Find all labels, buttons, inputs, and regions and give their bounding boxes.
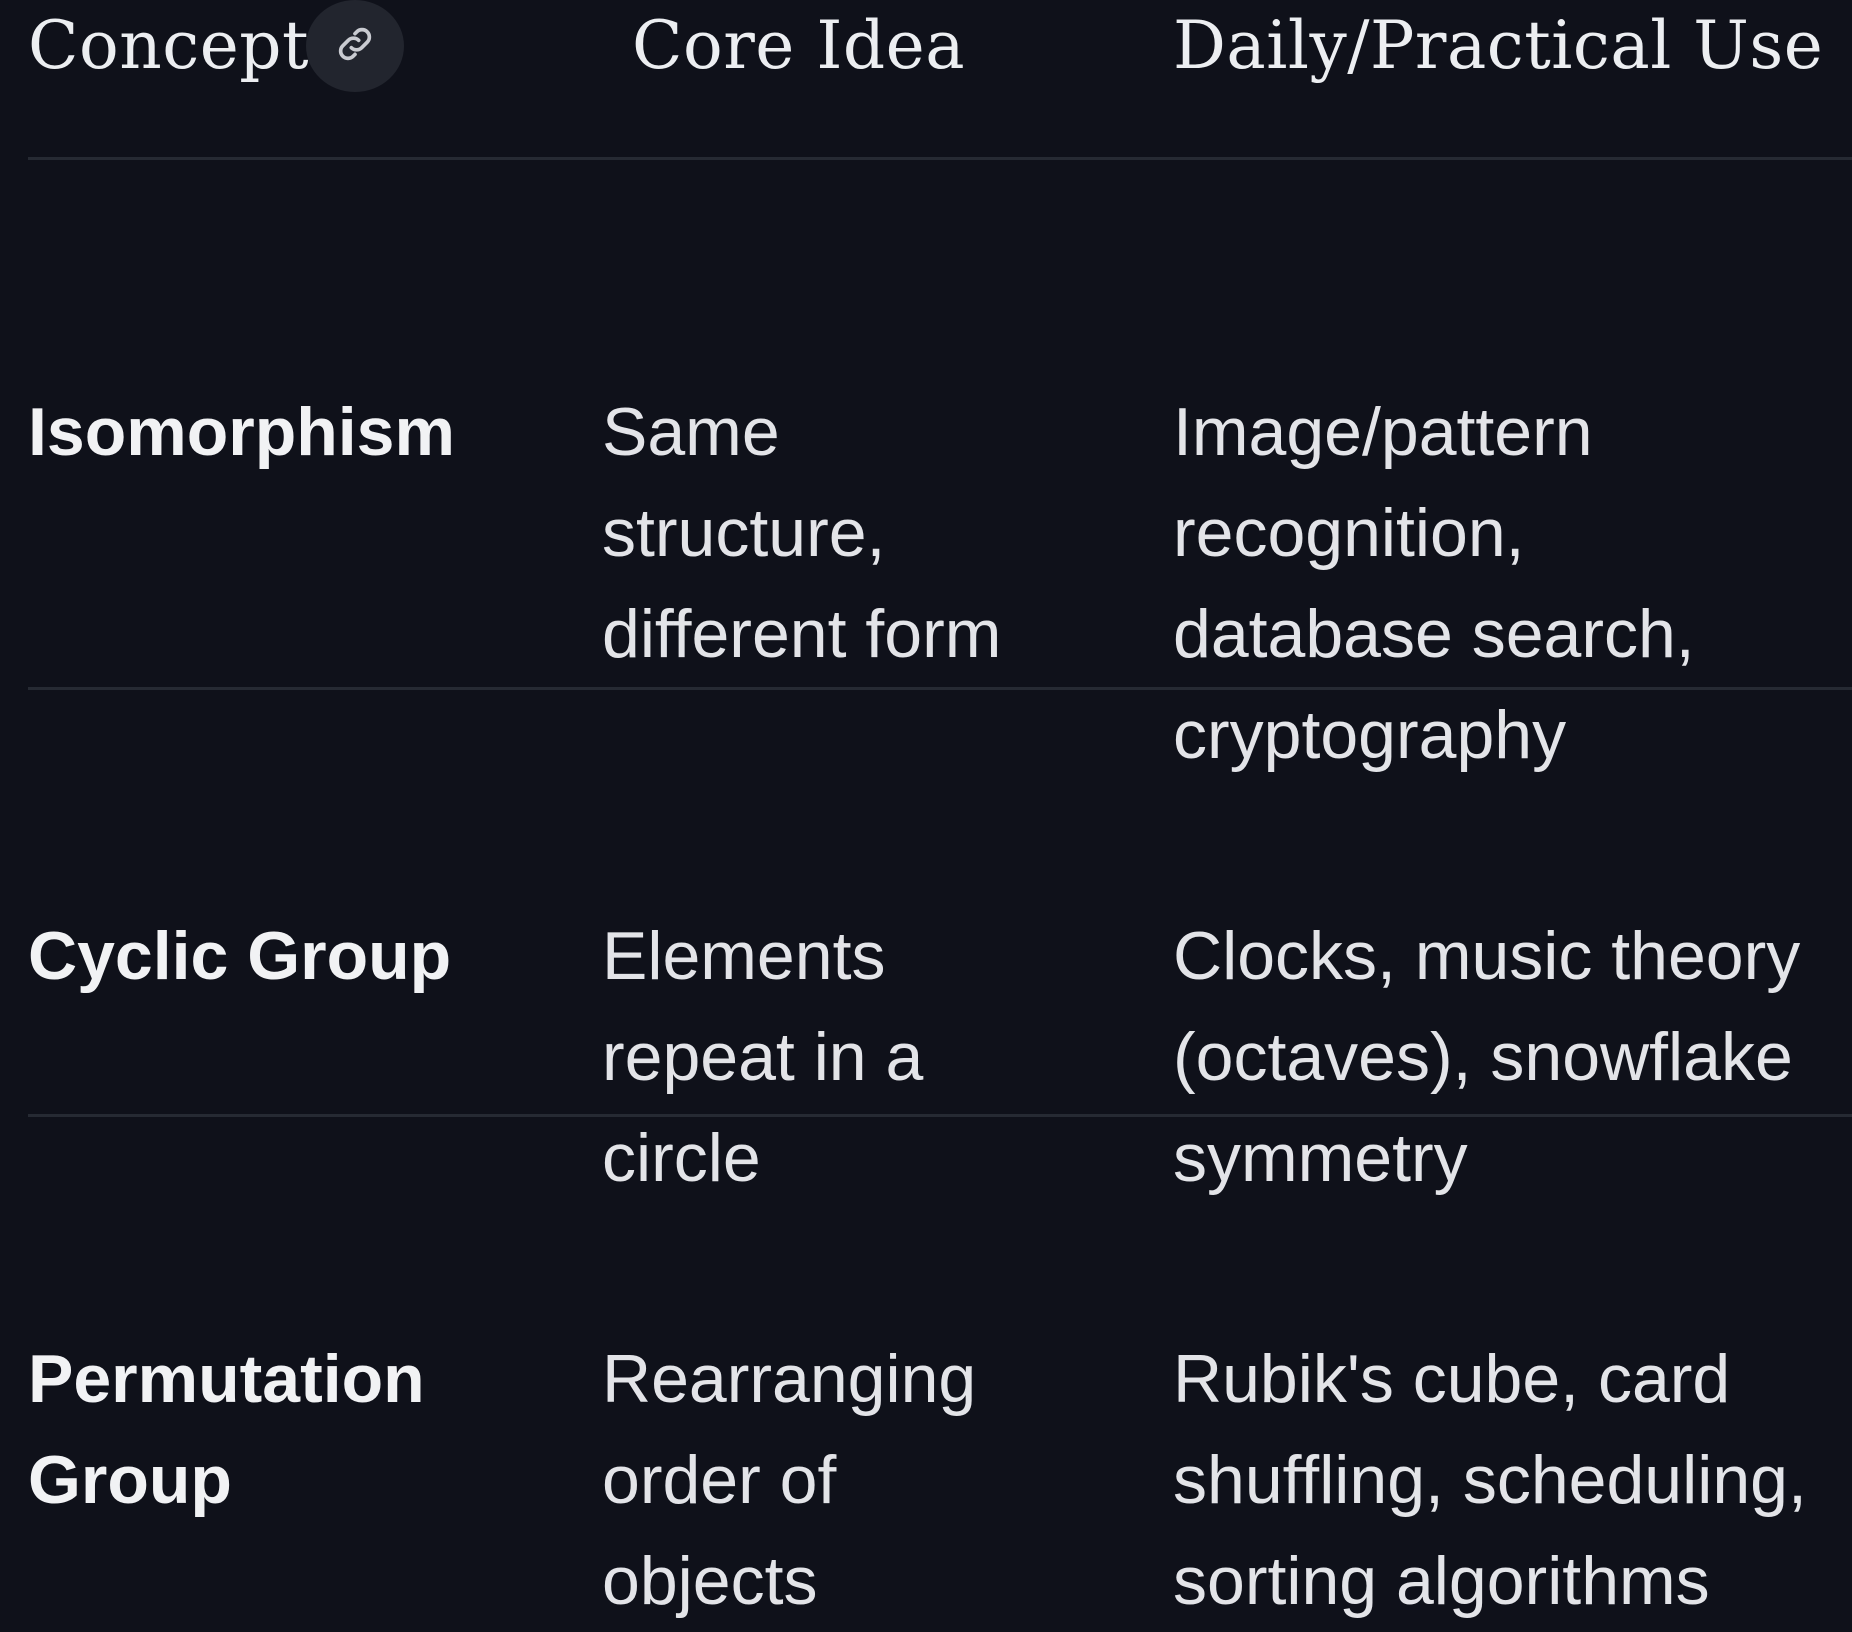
header-practical-use: Daily/Practical Use xyxy=(1173,7,1824,84)
cell-line: structure, xyxy=(602,495,886,571)
core-idea-cell: Same structure, different form xyxy=(602,382,1142,685)
core-idea-cell: Rearranging order of objects xyxy=(602,1329,1142,1632)
cell-line: Cyclic Group xyxy=(28,918,452,994)
header-core-idea: Core Idea xyxy=(632,7,966,84)
cell-line: shuffling, scheduling, xyxy=(1173,1442,1807,1518)
cell-line: Isomorphism xyxy=(28,394,455,470)
cell-line: Image/pattern xyxy=(1173,394,1593,470)
table-row: Isomorphism Same structure, different fo… xyxy=(28,160,1852,773)
cell-line: (octaves), snowflake xyxy=(1173,1019,1793,1095)
practical-use-cell: Rubik's cube, card shuffling, scheduling… xyxy=(1173,1329,1852,1632)
link-icon xyxy=(333,22,377,71)
cell-line: Permutation xyxy=(28,1341,425,1417)
table-header: Concept Core Idea Daily/Practical Use xyxy=(28,0,1852,160)
cell-line: order of xyxy=(602,1442,837,1518)
cell-line: different form xyxy=(602,596,1002,672)
copy-link-button[interactable] xyxy=(306,0,404,92)
cell-line: repeat in a xyxy=(602,1019,924,1095)
cell-line: recognition, xyxy=(1173,495,1525,571)
cell-line: objects xyxy=(602,1543,818,1619)
concept-cell: Permutation Group xyxy=(28,1329,568,1531)
header-concept: Concept xyxy=(28,7,310,84)
cell-line: Elements xyxy=(602,918,886,994)
table-row: Permutation Group Rearranging order of o… xyxy=(28,1117,1852,1619)
cell-line: Rearranging xyxy=(602,1341,977,1417)
data-table: Concept Core Idea Daily/Practical Use Is… xyxy=(28,0,1852,1619)
cell-line: Rubik's cube, card xyxy=(1173,1341,1731,1417)
cell-line: Clocks, music theory xyxy=(1173,918,1801,994)
cell-line: sorting algorithms xyxy=(1173,1543,1710,1619)
cell-line: database search, xyxy=(1173,596,1695,672)
concept-cell: Isomorphism xyxy=(28,382,568,483)
table-row: Cyclic Group Elements repeat in a circle… xyxy=(28,690,1852,1196)
cell-line: Same xyxy=(602,394,780,470)
concept-cell: Cyclic Group xyxy=(28,906,568,1007)
cell-line: Group xyxy=(28,1442,232,1518)
